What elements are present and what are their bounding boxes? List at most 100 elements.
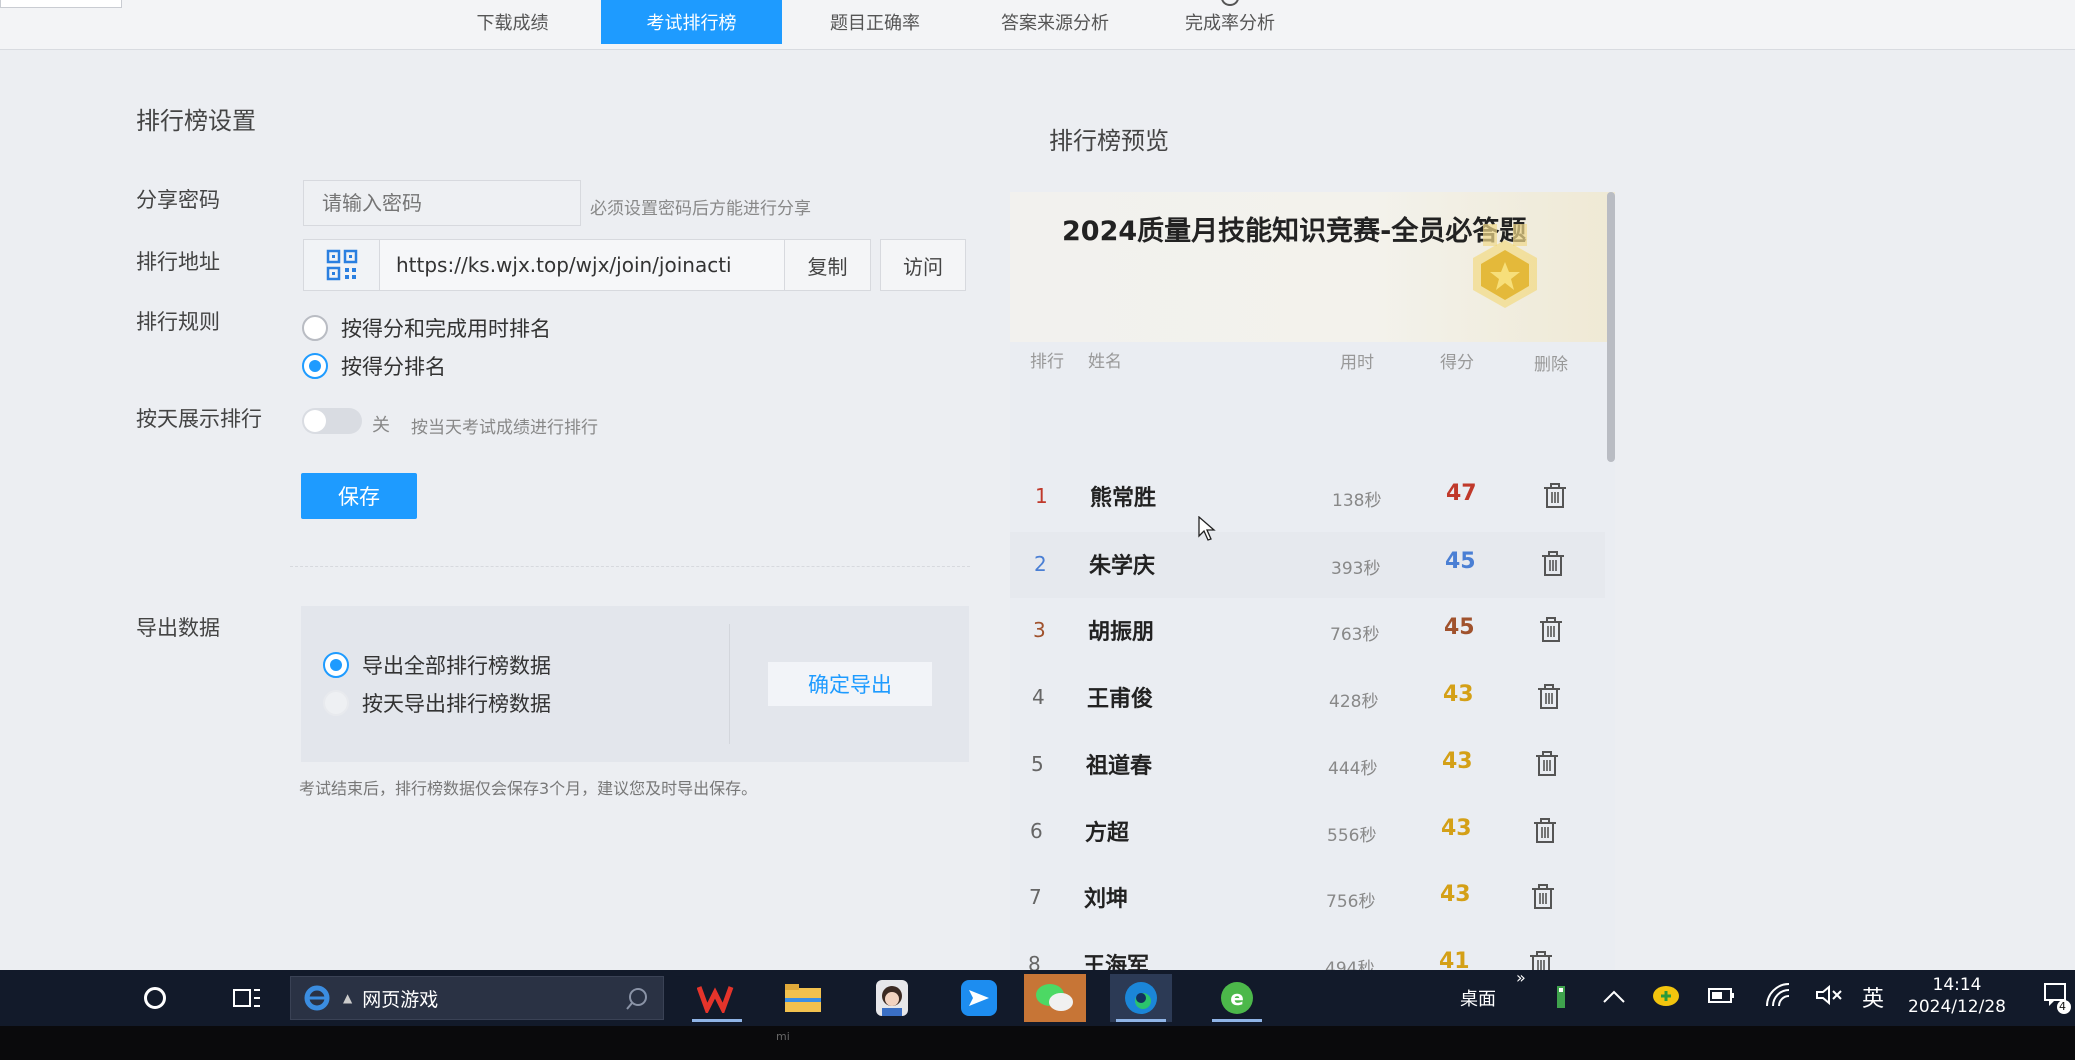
tab-answer-source[interactable]: 答案来源分析 — [970, 0, 1140, 44]
score-value: 41 — [1439, 949, 1470, 970]
feishu-app-icon[interactable] — [948, 974, 1010, 1022]
brand-mark: mi — [776, 1030, 790, 1043]
search-icon — [626, 988, 647, 1010]
tab-label: 完成率分析 — [1185, 13, 1275, 34]
radio-button-selected[interactable] — [302, 353, 328, 379]
radio-button[interactable] — [323, 690, 349, 716]
rank-number: 3 — [1033, 618, 1046, 642]
ime-indicator[interactable]: 英 — [1862, 981, 1884, 1013]
rank-number: 1 — [1035, 484, 1048, 508]
radio-button[interactable] — [302, 315, 328, 341]
tab-download-scores[interactable]: 下载成绩 — [440, 0, 585, 44]
preview-scrollbar[interactable] — [1607, 192, 1615, 462]
time-used: 494秒 — [1325, 959, 1375, 970]
file-explorer-icon[interactable] — [772, 974, 834, 1022]
participant-name: 王甫俊 — [1087, 687, 1154, 712]
avatar-icon — [876, 980, 908, 1016]
share-password-input[interactable] — [303, 180, 581, 226]
table-row: 5 祖道春 444秒 43 — [1010, 732, 1605, 798]
desktop-label[interactable]: 桌面 — [1460, 985, 1496, 1011]
preview-title: 排行榜预览 — [1049, 127, 1169, 155]
participant-name: 熊常胜 — [1090, 486, 1157, 511]
participant-name: 胡振朋 — [1088, 620, 1155, 645]
chevron-up-icon[interactable] — [1602, 988, 1626, 1004]
column-header-rank: 排行 — [1030, 352, 1064, 372]
table-row: 1 熊常胜 138秒 47 — [1010, 464, 1605, 530]
trash-icon[interactable] — [1542, 482, 1568, 510]
trash-icon[interactable] — [1532, 817, 1558, 845]
wechat-app-icon[interactable] — [1024, 974, 1086, 1022]
export-option-all[interactable]: 导出全部排行榜数据 — [323, 650, 551, 680]
export-divider — [729, 624, 730, 744]
daily-ranking-toggle[interactable] — [302, 408, 362, 434]
tab-completion-rate[interactable]: 完成率分析 — [1160, 0, 1300, 44]
top-tab-bar: 下载成绩 考试排行榜 题目正确率 答案来源分析 完成率分析 — [0, 0, 2075, 50]
volume-muted-icon[interactable] — [1815, 984, 1843, 1006]
rule-option-score[interactable]: 按得分排名 — [302, 351, 446, 381]
edge-icon — [1125, 982, 1157, 1014]
avatar-app-icon[interactable] — [861, 974, 923, 1022]
usb-icon[interactable] — [1553, 984, 1569, 1010]
ranking-url-field[interactable]: https://ks.wjx.top/wjx/join/joinacti — [380, 239, 785, 291]
caret-up-icon: ▲ — [343, 991, 353, 1005]
rank-number: 6 — [1030, 819, 1043, 843]
notification-icon[interactable] — [2043, 982, 2071, 1014]
visit-url-button[interactable]: 访问 — [880, 239, 966, 291]
trash-icon[interactable] — [1528, 950, 1554, 970]
score-value: 43 — [1443, 682, 1474, 707]
edge-browser-icon[interactable] — [1110, 974, 1172, 1022]
radio-label: 按天导出排行榜数据 — [362, 692, 551, 716]
time-used: 756秒 — [1326, 892, 1376, 912]
time-used: 138秒 — [1332, 491, 1382, 511]
share-password-hint: 必须设置密码后方能进行分享 — [590, 199, 811, 219]
battery-icon[interactable] — [1708, 986, 1736, 1006]
wps-app-icon[interactable] — [686, 974, 748, 1022]
participant-name: 朱学庆 — [1089, 554, 1156, 579]
tab-question-accuracy[interactable]: 题目正确率 — [800, 0, 950, 44]
wps-logo-icon — [697, 986, 734, 1013]
security-app-icon[interactable] — [1652, 984, 1680, 1008]
radio-button-selected[interactable] — [323, 652, 349, 678]
rule-label: 排行规则 — [136, 310, 220, 334]
trash-icon[interactable] — [1540, 550, 1566, 578]
participant-name: 祖道春 — [1086, 754, 1153, 779]
table-row: 3 胡振朋 763秒 45 — [1010, 598, 1605, 664]
url-group: https://ks.wjx.top/wjx/join/joinacti 复制 … — [303, 239, 966, 291]
chevron-double-icon[interactable]: » — [1516, 968, 1526, 987]
score-value: 47 — [1446, 481, 1477, 506]
qr-code-button[interactable] — [303, 239, 380, 291]
score-value: 43 — [1442, 749, 1473, 774]
system-clock[interactable]: 14:14 2024/12/28 — [1892, 974, 2022, 1018]
copy-url-button[interactable]: 复制 — [785, 239, 871, 291]
start-button[interactable] — [144, 987, 166, 1009]
table-row: 7 刘坤 756秒 43 — [1010, 865, 1605, 931]
wifi-icon[interactable] — [1765, 982, 1791, 1008]
taskbar-search[interactable]: ▲ 网页游戏 — [290, 976, 664, 1020]
rank-number: 5 — [1031, 752, 1044, 776]
tab-exam-ranking[interactable]: 考试排行榜 — [601, 0, 782, 44]
trash-icon[interactable] — [1530, 883, 1556, 911]
time-used: 556秒 — [1327, 826, 1377, 846]
tab-label: 答案来源分析 — [1001, 13, 1109, 34]
task-view-icon[interactable] — [232, 986, 262, 1010]
preview-header: 2024质量月技能知识竞赛-全员必答题 — [1010, 192, 1615, 342]
url-label: 排行地址 — [136, 250, 220, 274]
trash-icon[interactable] — [1534, 750, 1560, 778]
participant-name: 方超 — [1085, 821, 1130, 846]
export-note: 考试结束后，排行榜数据仅会保存3个月，建议您及时导出保存。 — [299, 779, 758, 798]
table-row: 6 方超 556秒 43 — [1010, 799, 1605, 865]
participant-name: 刘坤 — [1084, 887, 1129, 912]
share-password-label: 分享密码 — [136, 188, 220, 212]
mouse-cursor-icon — [1198, 516, 1216, 541]
confirm-export-button[interactable]: 确定导出 — [768, 662, 932, 706]
ranking-preview-panel: 2024质量月技能知识竞赛-全员必答题 排行 姓名 用时 得分 删除 1 熊常胜 1… — [1010, 192, 1615, 970]
tab-label: 下载成绩 — [476, 13, 549, 34]
daily-ranking-hint: 按当天考试成绩进行排行 — [411, 418, 598, 438]
trash-icon[interactable] — [1536, 683, 1562, 711]
export-option-daily[interactable]: 按天导出排行榜数据 — [323, 688, 551, 718]
rank-number: 8 — [1028, 952, 1041, 970]
rule-option-score-and-time[interactable]: 按得分和完成用时排名 — [302, 313, 551, 343]
trash-icon[interactable] — [1538, 616, 1564, 644]
ie-green-browser-icon[interactable]: e — [1206, 974, 1268, 1022]
save-button[interactable]: 保存 — [301, 473, 417, 519]
